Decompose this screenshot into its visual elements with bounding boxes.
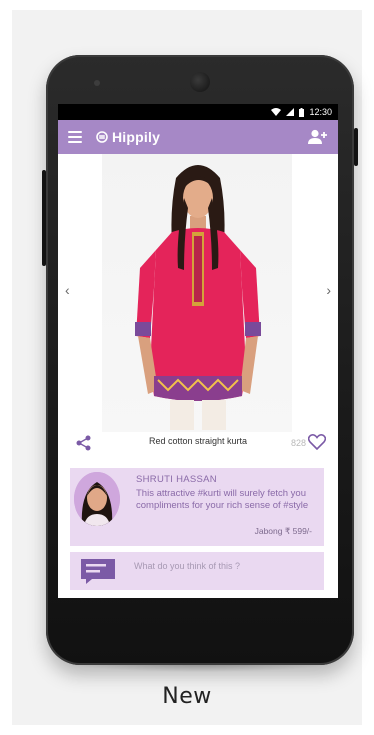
product-price: Jabong ₹ 599/-: [254, 526, 312, 536]
hippily-logo-icon: [96, 131, 108, 143]
wifi-icon: [271, 108, 282, 116]
user-avatar-image: [74, 472, 120, 526]
app-title: Hippily: [112, 129, 161, 145]
comment-box: [70, 552, 324, 590]
sensor-dot: [94, 80, 100, 86]
status-time: 12:30: [309, 107, 332, 117]
screen-caption: New: [162, 684, 212, 709]
product-action-row: Red cotton straight kurta 828: [58, 432, 338, 452]
product-image: [135, 165, 261, 430]
status-bar: 12:30: [58, 104, 338, 120]
comment-icon: [81, 559, 115, 584]
add-user-icon[interactable]: [308, 129, 328, 145]
chevron-right-icon[interactable]: ›: [326, 282, 331, 298]
product-image-area[interactable]: ‹ ›: [58, 154, 338, 432]
heart-icon[interactable]: [308, 434, 326, 450]
chevron-left-icon[interactable]: ‹: [65, 282, 70, 298]
battery-icon: [299, 107, 305, 117]
phone-screen: 12:30 Hippily ‹ › Red cotton straight ku…: [58, 104, 338, 598]
comment-input[interactable]: [134, 558, 314, 574]
avatar[interactable]: [74, 472, 120, 526]
post-text: This attractive #kurti will surely fetch…: [136, 488, 309, 511]
power-button: [354, 128, 358, 166]
front-camera: [190, 72, 210, 92]
user-name[interactable]: SHRUTI HASSAN: [136, 474, 217, 485]
like-count: 828: [290, 438, 306, 448]
post-card[interactable]: SHRUTI HASSAN This attractive #kurti wil…: [70, 468, 324, 546]
app-bar: Hippily: [58, 120, 338, 154]
menu-icon[interactable]: [68, 131, 82, 143]
signal-icon: [286, 108, 295, 116]
